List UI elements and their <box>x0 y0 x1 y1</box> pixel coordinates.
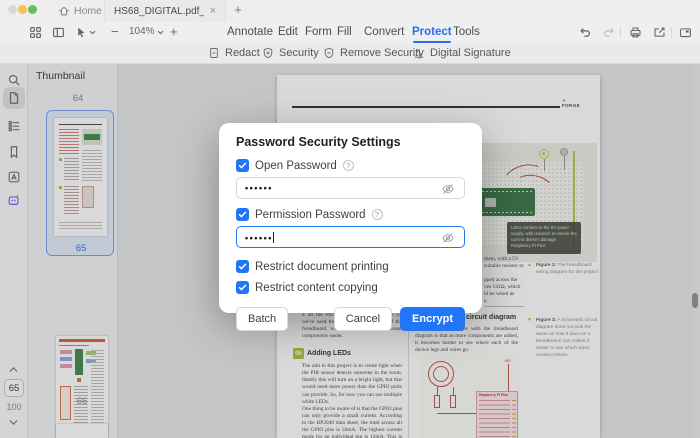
redact-icon <box>208 47 220 59</box>
open-password-help-icon[interactable]: ? <box>343 160 354 171</box>
digital-signature-label: Digital Signature <box>430 47 511 59</box>
print-button[interactable] <box>628 25 643 40</box>
security-button[interactable]: Security <box>262 43 319 63</box>
eye-off-icon <box>441 232 455 244</box>
open-password-value: •••••• <box>245 183 441 193</box>
restrict-copying-label: Restrict content copying <box>255 282 378 294</box>
tab-home[interactable]: Home <box>52 0 108 22</box>
workspace: 65 100 Thumbnail 64 <box>0 64 700 438</box>
reader-panel-icon <box>679 26 692 39</box>
reading-view-button[interactable] <box>678 25 693 40</box>
dialog-title: Password Security Settings <box>236 135 465 149</box>
digital-signature-button[interactable]: Digital Signature <box>413 43 511 63</box>
check-icon <box>238 161 247 170</box>
toolbar-divider <box>671 27 672 38</box>
pdf-editor-window: Home HS68_DIGITAL.pdf_Copy × + − 104% + … <box>0 0 700 438</box>
permission-password-checkbox[interactable] <box>236 208 249 221</box>
redact-button[interactable]: Redact <box>208 43 260 63</box>
new-tab-button[interactable]: + <box>230 2 246 18</box>
menu-tools[interactable]: Tools <box>453 26 480 38</box>
protect-toolbar: Redact Security Remove Security Digital … <box>0 43 700 64</box>
encrypt-button[interactable]: Encrypt <box>400 307 465 331</box>
zoom-dropdown[interactable] <box>155 25 165 40</box>
printer-icon <box>629 26 642 39</box>
open-password-label: Open Password <box>255 160 337 172</box>
shield-minus-icon <box>323 47 335 59</box>
check-icon <box>238 262 247 271</box>
redo-button[interactable] <box>601 25 616 40</box>
page-grid-view-button[interactable] <box>28 25 43 40</box>
undo-icon <box>579 26 592 39</box>
menu-fill[interactable]: Fill <box>337 26 352 38</box>
tab-document[interactable]: HS68_DIGITAL.pdf_Copy × <box>104 0 226 22</box>
permission-password-value: •••••• <box>245 232 441 243</box>
tab-bar: Home HS68_DIGITAL.pdf_Copy × + <box>0 0 700 22</box>
password-security-dialog: Password Security Settings Open Password… <box>219 123 482 313</box>
remove-security-button[interactable]: Remove Security <box>323 43 424 63</box>
chevron-down-icon <box>156 28 165 37</box>
permission-password-input[interactable]: •••••• <box>236 226 465 248</box>
select-tool-dropdown[interactable] <box>87 25 97 40</box>
zoom-in-button[interactable]: + <box>170 23 178 41</box>
permission-password-help-icon[interactable]: ? <box>372 209 383 220</box>
tab-home-label: Home <box>74 5 102 17</box>
share-icon <box>653 26 666 39</box>
grid-icon <box>29 26 42 39</box>
menu-form[interactable]: Form <box>305 26 332 38</box>
permission-password-label: Permission Password <box>255 209 366 221</box>
restrict-printing-checkbox[interactable] <box>236 260 249 273</box>
check-icon <box>238 210 247 219</box>
tab-document-title: HS68_DIGITAL.pdf_Copy <box>114 6 204 17</box>
chevron-down-icon <box>88 28 97 37</box>
zoom-out-button[interactable]: − <box>111 23 119 41</box>
shield-plus-icon <box>262 47 274 59</box>
batch-button[interactable]: Batch <box>236 307 288 331</box>
open-password-input[interactable]: •••••• <box>236 177 465 199</box>
menu-edit[interactable]: Edit <box>278 26 298 38</box>
menu-protect[interactable]: Protect <box>412 26 452 38</box>
eye-off-icon <box>441 183 455 195</box>
check-icon <box>238 283 247 292</box>
permission-password-visibility-toggle[interactable] <box>441 231 456 244</box>
redact-label: Redact <box>225 47 260 59</box>
tab-close-icon[interactable]: × <box>210 6 216 17</box>
text-caret <box>273 232 274 243</box>
zoom-level-value: 104% <box>129 26 155 37</box>
open-password-checkbox[interactable] <box>236 159 249 172</box>
main-toolbar: − 104% + Annotate Edit Form Fill Convert… <box>0 22 700 43</box>
toolbar-divider <box>620 27 621 38</box>
signature-icon <box>413 47 425 59</box>
window-zoom-button[interactable] <box>28 5 37 14</box>
menu-convert[interactable]: Convert <box>364 26 404 38</box>
undo-button[interactable] <box>578 25 593 40</box>
sidebar-toggle-button[interactable] <box>51 25 66 40</box>
open-password-visibility-toggle[interactable] <box>441 182 456 195</box>
share-button[interactable] <box>652 25 667 40</box>
cancel-button[interactable]: Cancel <box>334 307 392 331</box>
window-close-button[interactable] <box>8 5 17 14</box>
sidebar-panel-icon <box>52 26 65 39</box>
window-minimize-button[interactable] <box>18 5 27 14</box>
security-label: Security <box>279 47 319 59</box>
redo-icon <box>602 26 615 39</box>
menu-annotate[interactable]: Annotate <box>227 26 273 38</box>
restrict-copying-checkbox[interactable] <box>236 281 249 294</box>
restrict-printing-label: Restrict document printing <box>255 261 389 273</box>
home-icon <box>58 5 70 17</box>
remove-security-label: Remove Security <box>340 47 424 59</box>
